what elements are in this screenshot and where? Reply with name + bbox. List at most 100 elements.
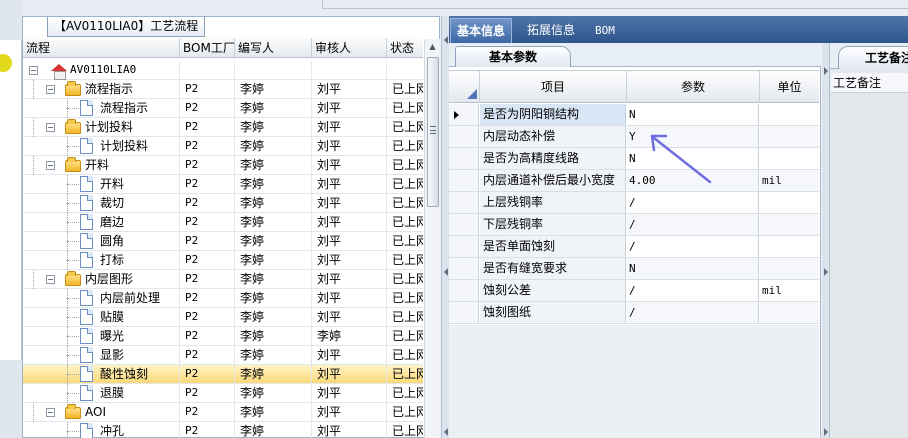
parameter-item-cell: 蚀刻公差 bbox=[480, 280, 626, 301]
parameter-value-cell[interactable]: N bbox=[627, 258, 759, 279]
collapse-left-arrow-icon[interactable] bbox=[444, 268, 448, 276]
parameter-value-cell[interactable]: / bbox=[627, 214, 759, 235]
collapse-toggle-icon[interactable]: − bbox=[46, 408, 55, 417]
tree-cell-name[interactable]: − AV0110LIA0 bbox=[23, 61, 180, 80]
row-selector[interactable] bbox=[449, 280, 479, 301]
row-selector[interactable] bbox=[449, 302, 479, 323]
tree-cell-name[interactable]: 磨边 bbox=[23, 213, 180, 232]
column-header-reviewer[interactable]: 审核人 bbox=[312, 38, 387, 58]
tree-cell-name[interactable]: 曝光 bbox=[23, 327, 180, 346]
column-header-flow[interactable]: 流程 bbox=[23, 38, 180, 58]
tree-row[interactable]: 计划投料 P2 李婷 刘平 已上网 bbox=[23, 137, 423, 156]
tree-cell-name[interactable]: − AOI bbox=[23, 403, 180, 422]
tree-cell-name[interactable]: 流程指示 bbox=[23, 99, 180, 118]
current-row-indicator-icon[interactable] bbox=[449, 104, 479, 125]
row-selector[interactable] bbox=[449, 148, 479, 169]
parameter-row[interactable]: 蚀刻图纸 / bbox=[449, 302, 819, 324]
column-header-bom[interactable]: BOM工厂 bbox=[180, 38, 235, 58]
tree-row-selected[interactable]: 酸性蚀刻 P2 李婷 刘平 已上网 bbox=[23, 365, 423, 384]
tree-cell-name[interactable]: 开料 bbox=[23, 175, 180, 194]
tree-cell-name[interactable]: 显影 bbox=[23, 346, 180, 365]
parameter-value-cell[interactable]: / bbox=[627, 280, 759, 301]
tree-cell-name[interactable]: 退膜 bbox=[23, 384, 180, 403]
row-selector[interactable] bbox=[449, 214, 479, 235]
tree-row[interactable]: 退膜 P2 李婷 刘平 已上网 bbox=[23, 384, 423, 403]
parameter-value-cell[interactable]: / bbox=[627, 236, 759, 257]
row-selector[interactable] bbox=[449, 170, 479, 191]
column-header-param[interactable]: 参数 bbox=[627, 71, 760, 103]
tree-connector bbox=[33, 80, 34, 99]
collapse-toggle-icon[interactable]: − bbox=[46, 85, 55, 94]
scroll-thumb[interactable] bbox=[427, 57, 439, 207]
collapse-toggle-icon[interactable]: − bbox=[46, 123, 55, 132]
tree-row[interactable]: 流程指示 P2 李婷 刘平 已上网 bbox=[23, 99, 423, 118]
parameter-value-cell[interactable]: N bbox=[627, 104, 759, 125]
tab-extended-info[interactable]: 拓展信息 bbox=[521, 18, 581, 43]
parameter-row[interactable]: 上层残铜率 / bbox=[449, 192, 819, 214]
tree-cell-name[interactable]: − 开料 bbox=[23, 156, 180, 175]
collapse-left-arrow-icon[interactable] bbox=[444, 36, 448, 44]
column-header-status[interactable]: 状态 bbox=[387, 38, 423, 58]
process-tree-scrollbar[interactable]: ▲ bbox=[424, 39, 440, 438]
tree-row[interactable]: − AOI P2 李婷 刘平 已上网 bbox=[23, 403, 423, 422]
collapse-right-arrow-icon[interactable] bbox=[824, 268, 828, 276]
basic-parameters-title[interactable]: 基本参数 bbox=[455, 46, 571, 67]
parameter-value-cell[interactable]: / bbox=[627, 192, 759, 213]
tree-row[interactable]: 冲孔 P2 李婷 刘平 已上网 bbox=[23, 422, 423, 438]
column-header-writer[interactable]: 编写人 bbox=[235, 38, 312, 58]
tree-row[interactable]: 显影 P2 李婷 刘平 已上网 bbox=[23, 346, 423, 365]
tree-row[interactable]: − 流程指示 P2 李婷 刘平 已上网 bbox=[23, 80, 423, 99]
collapse-toggle-icon[interactable]: − bbox=[46, 161, 55, 170]
tab-basic-info[interactable]: 基本信息 bbox=[450, 18, 513, 43]
column-header-item[interactable]: 项目 bbox=[480, 71, 627, 103]
tree-cell-name[interactable]: 内层前处理 bbox=[23, 289, 180, 308]
tree-row[interactable]: 贴膜 P2 李婷 刘平 已上网 bbox=[23, 308, 423, 327]
panel-splitter[interactable] bbox=[441, 16, 449, 438]
tree-cell-name[interactable]: 贴膜 bbox=[23, 308, 180, 327]
row-selector[interactable] bbox=[449, 236, 479, 257]
tree-row[interactable]: − 计划投料 P2 李婷 刘平 已上网 bbox=[23, 118, 423, 137]
row-selector[interactable] bbox=[449, 192, 479, 213]
collapse-toggle-icon[interactable]: − bbox=[46, 275, 55, 284]
tree-cell-name[interactable]: 裁切 bbox=[23, 194, 180, 213]
tree-cell-name[interactable]: − 内层图形 bbox=[23, 270, 180, 289]
row-selector[interactable] bbox=[449, 258, 479, 279]
tree-cell-name[interactable]: − 计划投料 bbox=[23, 118, 180, 137]
parameter-row[interactable]: 是否有缝宽要求 N bbox=[449, 258, 819, 280]
tree-cell-name[interactable]: − 流程指示 bbox=[23, 80, 180, 99]
tree-row[interactable]: − 开料 P2 李婷 刘平 已上网 bbox=[23, 156, 423, 175]
right-panel-splitter[interactable] bbox=[822, 43, 830, 438]
parameter-row[interactable]: 内层通道补偿后最小宽度 4.00 mil bbox=[449, 170, 819, 192]
row-selector[interactable] bbox=[449, 126, 479, 147]
tree-cell-name[interactable]: 计划投料 bbox=[23, 137, 180, 156]
collapse-right-arrow-icon[interactable] bbox=[824, 67, 828, 75]
tree-cell-name[interactable]: 圆角 bbox=[23, 232, 180, 251]
tree-row[interactable]: 裁切 P2 李婷 刘平 已上网 bbox=[23, 194, 423, 213]
tree-row[interactable]: 曝光 P2 李婷 李婷 已上网 bbox=[23, 327, 423, 346]
parameter-row[interactable]: 内层动态补偿 Y bbox=[449, 126, 819, 148]
collapse-right-arrow-icon[interactable] bbox=[824, 428, 828, 436]
tree-row[interactable]: − AV0110LIA0 bbox=[23, 61, 423, 80]
parameter-row[interactable]: 下层残铜率 / bbox=[449, 214, 819, 236]
tree-cell-name[interactable]: 冲孔 bbox=[23, 422, 180, 438]
tree-row[interactable]: 磨边 P2 李婷 刘平 已上网 bbox=[23, 213, 423, 232]
grid-corner[interactable] bbox=[449, 71, 480, 103]
column-header-unit[interactable]: 单位 bbox=[760, 71, 819, 103]
collapse-left-arrow-icon[interactable] bbox=[444, 428, 448, 436]
parameter-row[interactable]: 是否单面蚀刻 / bbox=[449, 236, 819, 258]
parameter-row[interactable]: 是否为阴阳铜结构 N bbox=[449, 104, 819, 126]
tree-cell-name[interactable]: 酸性蚀刻 bbox=[23, 365, 180, 384]
collapse-toggle-icon[interactable]: − bbox=[29, 66, 38, 75]
scroll-up-arrow-icon[interactable]: ▲ bbox=[425, 39, 440, 55]
parameter-value-cell[interactable]: / bbox=[627, 302, 759, 323]
tree-row[interactable]: 圆角 P2 李婷 刘平 已上网 bbox=[23, 232, 423, 251]
tree-row[interactable]: 开料 P2 李婷 刘平 已上网 bbox=[23, 175, 423, 194]
parameter-row[interactable]: 蚀刻公差 / mil bbox=[449, 280, 819, 302]
tree-row[interactable]: 打标 P2 李婷 刘平 已上网 bbox=[23, 251, 423, 270]
tab-bom[interactable]: BOM bbox=[589, 18, 621, 43]
tree-cell-name[interactable]: 打标 bbox=[23, 251, 180, 270]
tree-row[interactable]: − 内层图形 P2 李婷 刘平 已上网 bbox=[23, 270, 423, 289]
tree-row[interactable]: 内层前处理 P2 李婷 刘平 已上网 bbox=[23, 289, 423, 308]
process-remark-title[interactable]: 工艺备注 bbox=[838, 46, 908, 69]
parameter-row[interactable]: 是否为高精度线路 N bbox=[449, 148, 819, 170]
